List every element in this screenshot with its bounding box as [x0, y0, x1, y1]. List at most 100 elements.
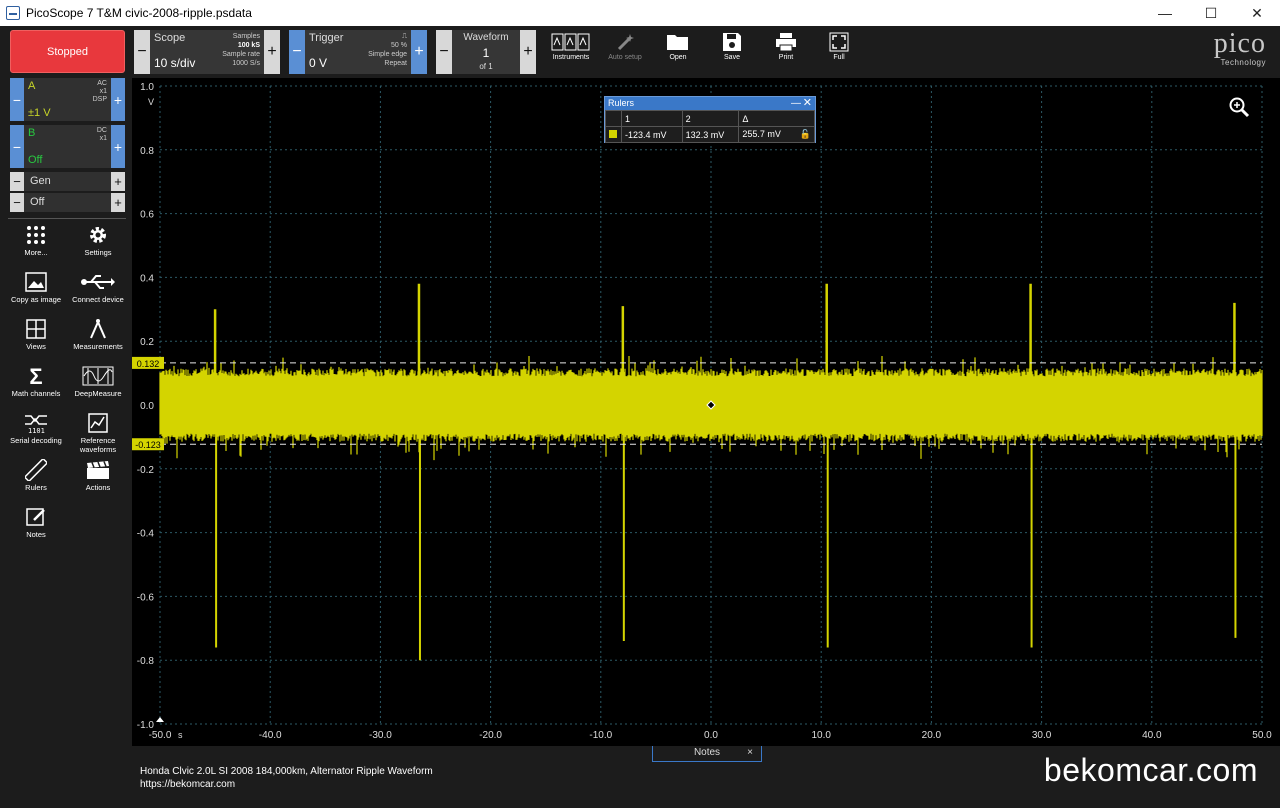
- auto-setup-button[interactable]: Auto setup: [600, 30, 650, 74]
- run-stop-button[interactable]: Stopped: [10, 30, 125, 73]
- y-tick-label: -0.2: [137, 465, 155, 476]
- rulers-close-button[interactable]: ✕: [803, 97, 812, 110]
- grid-view-icon: [4, 316, 68, 342]
- reference-waveforms-button[interactable]: Reference waveforms: [66, 410, 130, 454]
- deepmeasure-button[interactable]: DeepMeasure: [66, 363, 130, 407]
- waveform-count: of 1: [479, 62, 493, 71]
- toolbar: Stopped − Scope 10 s/div Samples 100 kS …: [0, 26, 1280, 78]
- waveform-body[interactable]: Waveform 1 of 1: [452, 30, 520, 74]
- title-bar: PicoScope 7 T&M civic-2008-ripple.psdata…: [0, 0, 1280, 26]
- scope-body[interactable]: Scope 10 s/div Samples 100 kS Sample rat…: [150, 30, 264, 74]
- trigger-increase-button[interactable]: +: [411, 30, 427, 74]
- views-button[interactable]: Views: [4, 316, 68, 360]
- sidebar: − A ±1 V AC x1 DSP + − B Off DC x1 + − G…: [0, 78, 132, 808]
- y-tick-label: 0.0: [140, 401, 154, 412]
- generator-state-decrease-button[interactable]: −: [10, 193, 24, 212]
- notes-tab[interactable]: Notes ×: [652, 746, 762, 762]
- waveform-chart[interactable]: 0.132 -0.123 1.0 0.8 0.6 0.4 0.2 0.0 -0.2 -0.4 -0…: [132, 78, 1280, 746]
- maximize-button[interactable]: ☐: [1188, 0, 1234, 26]
- folder-icon: [653, 30, 703, 54]
- save-button[interactable]: Save: [707, 30, 757, 74]
- picoscope-window: PicoScope 7 T&M civic-2008-ripple.psdata…: [0, 0, 1280, 808]
- channel-b-decrease-button[interactable]: −: [10, 125, 24, 168]
- channel-a-body[interactable]: A ±1 V AC x1 DSP: [24, 78, 111, 121]
- rulers-panel-title: Rulers: [608, 98, 635, 108]
- notes-icon: [4, 504, 68, 530]
- ruler-value-1: -123.4 mV: [621, 126, 683, 143]
- rulers-minimize-button[interactable]: —: [791, 97, 801, 110]
- y-tick-label: 0.2: [140, 337, 154, 348]
- rulers-panel[interactable]: Rulers — ✕ 1 2 Δ -123.4 mV 132.3 mV 255.…: [604, 96, 816, 143]
- settings-button[interactable]: Settings: [66, 222, 130, 266]
- y-tick-label: 0.4: [140, 273, 154, 284]
- minimize-button[interactable]: —: [1142, 0, 1188, 26]
- trigger-label: Trigger: [309, 32, 344, 44]
- y-tick-label: -0.8: [137, 656, 155, 667]
- x-tick-label: 50.0: [1252, 730, 1272, 741]
- rulers-button[interactable]: Rulers: [4, 457, 68, 501]
- measurements-button[interactable]: Measurements: [66, 316, 130, 360]
- ruler-icon: [4, 457, 68, 483]
- channel-a-increase-button[interactable]: +: [111, 78, 125, 121]
- ruler-col-2: 2: [681, 110, 740, 127]
- ruler-channel-swatch: [605, 126, 622, 143]
- channel-a-control: − A ±1 V AC x1 DSP +: [10, 78, 125, 121]
- rulers-panel-header[interactable]: Rulers — ✕: [605, 97, 815, 110]
- channel-b-body[interactable]: B Off DC x1: [24, 125, 111, 168]
- generator-state[interactable]: Off: [24, 193, 111, 212]
- y-tick-label: 1.0: [140, 82, 154, 93]
- zoom-icon[interactable]: [1228, 96, 1250, 118]
- note-line-1: Honda Clvic 2.0L SI 2008 184,000km, Alte…: [140, 766, 433, 777]
- open-button[interactable]: Open: [653, 30, 703, 74]
- rulers-table: 1 2 Δ -123.4 mV 132.3 mV 255.7 mV 🔓: [605, 110, 815, 143]
- channel-b-name: B: [28, 127, 36, 139]
- x-unit-label: s: [178, 730, 183, 740]
- x-tick-label: -40.0: [259, 730, 282, 741]
- full-screen-button[interactable]: Full: [814, 30, 864, 74]
- trigger-body[interactable]: Trigger 0 V ⎍ 50 % Simple edge Repeat: [305, 30, 411, 74]
- generator-state-increase-button[interactable]: +: [111, 193, 125, 212]
- more-button[interactable]: More...: [4, 222, 68, 266]
- lock-icon[interactable]: 🔓: [800, 129, 811, 140]
- channel-b-increase-button[interactable]: +: [111, 125, 125, 168]
- channel-a-name: A: [28, 80, 36, 92]
- print-button[interactable]: Print: [761, 30, 811, 74]
- y-tick-label: 0.8: [140, 146, 154, 157]
- serial-decoding-icon: 1101: [4, 410, 68, 436]
- waveform-increase-button[interactable]: +: [520, 30, 536, 74]
- fullscreen-icon: [814, 30, 864, 54]
- notes-close-button[interactable]: ×: [747, 746, 753, 760]
- generator-label[interactable]: Gen: [24, 172, 111, 191]
- x-tick-label: -50.0: [149, 730, 172, 741]
- reference-waveform-icon: [66, 410, 130, 436]
- copy-as-image-button[interactable]: Copy as image: [4, 269, 68, 313]
- generator-control: − Gen +: [10, 172, 125, 191]
- watermark: bekomcar.com: [1043, 752, 1258, 788]
- waveform-decrease-button[interactable]: −: [436, 30, 452, 74]
- trigger-control: − Trigger 0 V ⎍ 50 % Simple edge Repeat …: [289, 30, 427, 74]
- connect-device-button[interactable]: Connect device: [66, 269, 130, 313]
- y-tick-label: -0.6: [137, 592, 155, 603]
- x-tick-label: -10.0: [589, 730, 612, 741]
- generator-increase-button[interactable]: +: [111, 172, 125, 191]
- instruments-button[interactable]: Instruments: [546, 30, 596, 74]
- math-channels-button[interactable]: Σ Math channels: [4, 363, 68, 407]
- notes-panel: Notes × Honda Clvic 2.0L SI 2008 184,000…: [132, 746, 1280, 808]
- scope-decrease-button[interactable]: −: [134, 30, 150, 74]
- channel-b-control: − B Off DC x1 +: [10, 125, 125, 168]
- x-tick-label: -30.0: [369, 730, 392, 741]
- generator-decrease-button[interactable]: −: [10, 172, 24, 191]
- serial-decoding-button[interactable]: 1101 Serial decoding: [4, 410, 68, 454]
- trigger-decrease-button[interactable]: −: [289, 30, 305, 74]
- note-line-2: https://bekomcar.com: [140, 779, 236, 790]
- oscilloscope-plot[interactable]: 0.132 -0.123 1.0 0.8 0.6 0.4 0.2 0.0 -0.2 -0.4 -0…: [132, 78, 1280, 746]
- waveform-label: Waveform: [463, 32, 509, 43]
- y-tick-label: 0.6: [140, 210, 154, 221]
- channel-a-decrease-button[interactable]: −: [10, 78, 24, 121]
- usb-icon: [66, 269, 130, 295]
- floppy-disk-icon: [707, 30, 757, 54]
- notes-button[interactable]: Notes: [4, 504, 68, 548]
- close-button[interactable]: ✕: [1234, 0, 1280, 26]
- scope-increase-button[interactable]: +: [264, 30, 280, 74]
- actions-button[interactable]: Actions: [66, 457, 130, 501]
